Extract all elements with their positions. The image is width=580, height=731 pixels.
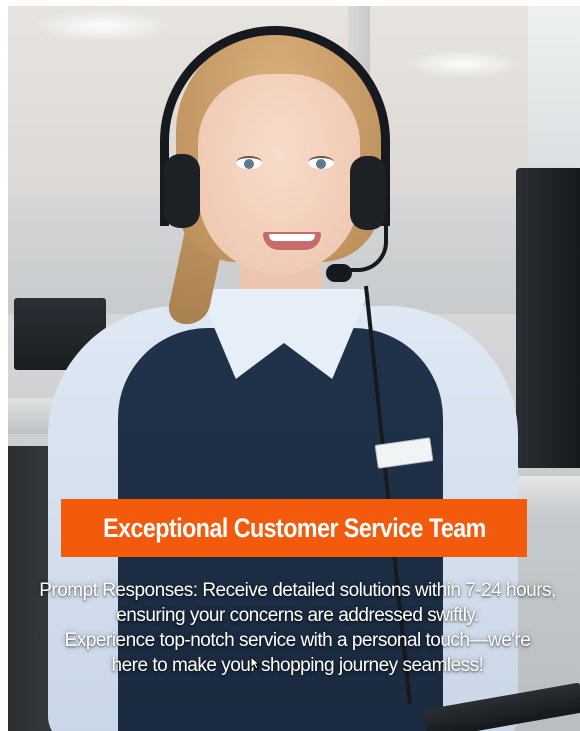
mouse-pointer-icon	[250, 656, 260, 670]
banner-title: Exceptional Customer Service Team	[102, 512, 486, 543]
headset-mic-icon	[326, 264, 352, 282]
description-line: here to make your shopping journey seaml…	[111, 655, 484, 676]
headset-earcup-left	[164, 154, 200, 228]
service-description: Prompt Responses: Receive detailed solut…	[30, 578, 565, 678]
description-line: Experience top-notch service with a pers…	[64, 630, 531, 651]
title-banner: Exceptional Customer Service Team	[61, 499, 527, 557]
description-line: ensuring your concerns are addressed swi…	[116, 605, 479, 626]
foreground-monitor	[516, 168, 580, 468]
smile	[263, 232, 321, 250]
description-line: Prompt Responses: Receive detailed solut…	[39, 580, 556, 601]
